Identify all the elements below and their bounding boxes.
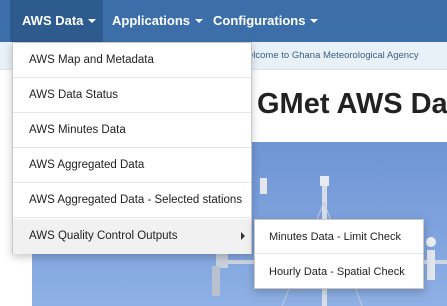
page: AWS Data Applications Configurations elc… [0, 0, 447, 306]
menu-item-aggregated-data[interactable]: AWS Aggregated Data [13, 148, 251, 183]
submenu-item-limit-check[interactable]: Minutes Data - Limit Check [255, 220, 423, 254]
caret-right-icon [241, 232, 245, 240]
caret-down-icon [310, 18, 319, 23]
nav-applications[interactable]: Applications [112, 0, 204, 42]
menu-item-quality-control-label: AWS Quality Control Outputs [29, 230, 178, 242]
nav-configurations-label: Configurations [213, 13, 306, 28]
sensor-bracket [427, 250, 435, 280]
sensor-arm [212, 266, 220, 296]
sensor-housing [260, 178, 267, 194]
nav-aws-data[interactable]: AWS Data [10, 0, 103, 42]
quality-control-submenu: Minutes Data - Limit Check Hourly Data -… [254, 219, 424, 289]
mast-top [320, 176, 329, 186]
welcome-text: elcome to Ghana Meteorological Agency [248, 50, 419, 61]
sensor-dome [426, 237, 436, 247]
menu-item-quality-control[interactable]: AWS Quality Control Outputs [13, 219, 251, 254]
page-title: GMet AWS Da [257, 88, 447, 120]
nav-aws-data-label: AWS Data [22, 13, 84, 28]
aws-data-dropdown: AWS Map and Metadata AWS Data Status AWS… [12, 42, 252, 254]
nav-applications-label: Applications [112, 13, 191, 28]
caret-down-icon [195, 18, 204, 23]
menu-item-map-metadata[interactable]: AWS Map and Metadata [13, 43, 251, 78]
top-navbar: AWS Data Applications Configurations [0, 0, 447, 42]
menu-item-minutes-data[interactable]: AWS Minutes Data [13, 113, 251, 148]
nav-configurations[interactable]: Configurations [213, 0, 319, 42]
submenu-item-spatial-check[interactable]: Hourly Data - Spatial Check [255, 255, 423, 289]
sensor-housing [216, 254, 228, 268]
menu-item-aggregated-selected[interactable]: AWS Aggregated Data - Selected stations [13, 183, 251, 218]
menu-item-data-status[interactable]: AWS Data Status [13, 78, 251, 113]
caret-down-icon [88, 18, 97, 23]
